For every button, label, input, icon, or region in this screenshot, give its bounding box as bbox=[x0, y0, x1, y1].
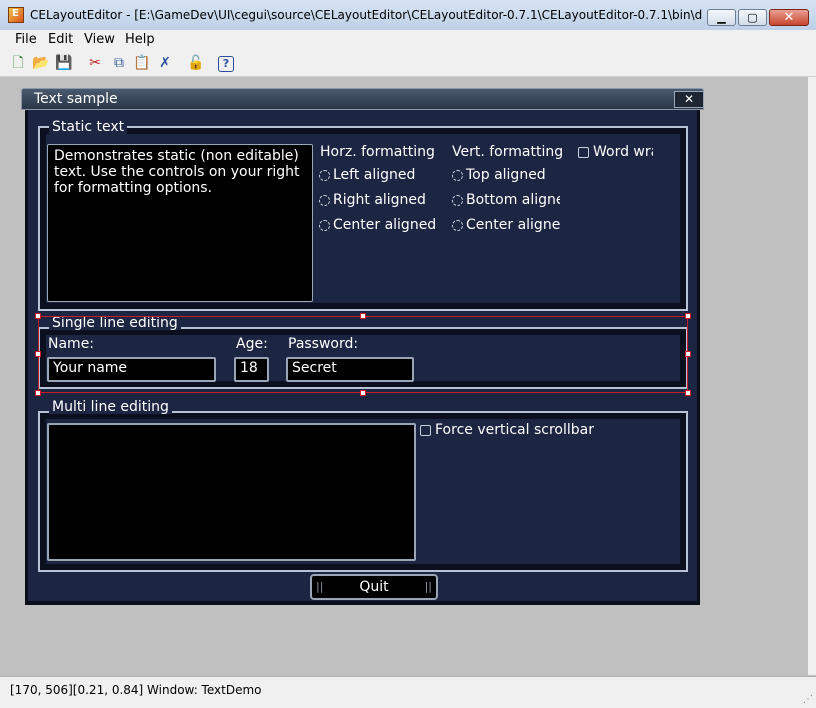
horz-formatting-header: Horz. formatting bbox=[320, 144, 435, 160]
frame-title: Text sample bbox=[34, 91, 118, 107]
resize-handle-br[interactable] bbox=[685, 390, 691, 396]
resize-handle-tr[interactable] bbox=[685, 313, 691, 319]
resize-handle-r[interactable] bbox=[685, 351, 691, 357]
delete-icon[interactable]: ✗ bbox=[156, 54, 174, 72]
group-label-multi: Multi line editing bbox=[49, 400, 172, 414]
open-icon[interactable]: 📂 bbox=[32, 54, 50, 72]
horz-center-aligned-radio[interactable] bbox=[319, 220, 330, 231]
horz-center-aligned-label: Center aligned bbox=[333, 217, 437, 233]
multi-line-editbox[interactable] bbox=[47, 423, 416, 561]
force-scrollbar-checkbox[interactable] bbox=[420, 425, 431, 436]
minimize-icon: ▁ bbox=[717, 11, 726, 24]
vert-formatting-header: Vert. formatting bbox=[452, 144, 564, 160]
vert-center-aligned-label: Center alignec bbox=[466, 217, 560, 233]
left-aligned-radio[interactable] bbox=[319, 170, 330, 181]
close-icon: ✕ bbox=[783, 10, 795, 25]
frame-titlebar[interactable]: Text sample ✕ bbox=[21, 88, 704, 110]
resize-handle-b[interactable] bbox=[360, 390, 366, 396]
menu-file[interactable]: File bbox=[12, 32, 40, 47]
minimize-button[interactable]: ▁ bbox=[707, 9, 736, 26]
status-bar: [170, 506][0.21, 0.84] Window: TextDemo … bbox=[0, 676, 816, 708]
lock-icon[interactable]: 🔓 bbox=[187, 54, 205, 72]
maximize-button[interactable]: ▢ bbox=[738, 9, 767, 26]
cut-icon[interactable]: ✂ bbox=[86, 54, 104, 72]
toolbar: 🗋 📂 💾 ✂ ⧉ 📋 ✗ 🔓 ? bbox=[0, 50, 816, 77]
selection-rectangle bbox=[38, 316, 688, 393]
menu-view[interactable]: View bbox=[81, 32, 118, 47]
top-aligned-radio[interactable] bbox=[452, 170, 463, 181]
resize-handle-t[interactable] bbox=[360, 313, 366, 319]
window-title: CELayoutEditor - [E:\GameDev\UI\cegui\so… bbox=[30, 8, 702, 22]
top-aligned-label: Top aligned bbox=[466, 167, 546, 183]
resize-handle-tl[interactable] bbox=[35, 313, 41, 319]
menu-bar: File Edit View Help bbox=[0, 30, 816, 50]
status-text: [170, 506][0.21, 0.84] Window: TextDemo bbox=[10, 683, 262, 697]
resize-handle-bl[interactable] bbox=[35, 390, 41, 396]
vert-center-aligned-radio[interactable] bbox=[452, 220, 463, 231]
maximize-icon: ▢ bbox=[747, 11, 758, 24]
word-wrap-checkbox[interactable] bbox=[578, 147, 589, 158]
bottom-aligned-label: Bottom aligne bbox=[466, 192, 560, 208]
bottom-aligned-radio[interactable] bbox=[452, 195, 463, 206]
force-scrollbar-label: Force vertical scrollbar bbox=[435, 422, 594, 438]
right-aligned-label: Right aligned bbox=[333, 192, 426, 208]
left-aligned-label: Left aligned bbox=[333, 167, 416, 183]
close-icon: ✕ bbox=[683, 92, 695, 106]
help-icon[interactable]: ? bbox=[218, 56, 234, 72]
group-label-static: Static text bbox=[49, 120, 128, 134]
resize-handle-l[interactable] bbox=[35, 351, 41, 357]
word-wrap-label: Word wra bbox=[593, 144, 653, 160]
frame-close-button[interactable]: ✕ bbox=[674, 91, 704, 108]
right-aligned-radio[interactable] bbox=[319, 195, 330, 206]
close-button[interactable]: ✕ bbox=[769, 9, 809, 26]
resize-grip-icon[interactable]: ⋰ bbox=[803, 694, 813, 705]
save-icon[interactable]: 💾 bbox=[55, 54, 73, 72]
static-text-content: Demonstrates static (non editable) text.… bbox=[54, 148, 300, 196]
menu-help[interactable]: Help bbox=[122, 32, 158, 47]
vertical-scrollbar[interactable] bbox=[808, 77, 816, 675]
menu-edit[interactable]: Edit bbox=[45, 32, 76, 47]
app-icon bbox=[8, 7, 24, 23]
title-bar: CELayoutEditor - [E:\GameDev\UI\cegui\so… bbox=[0, 0, 816, 31]
copy-icon[interactable]: ⧉ bbox=[110, 54, 128, 72]
new-icon[interactable]: 🗋 bbox=[9, 54, 27, 72]
quit-button[interactable]: Quit bbox=[310, 574, 438, 600]
paste-icon[interactable]: 📋 bbox=[133, 54, 151, 72]
